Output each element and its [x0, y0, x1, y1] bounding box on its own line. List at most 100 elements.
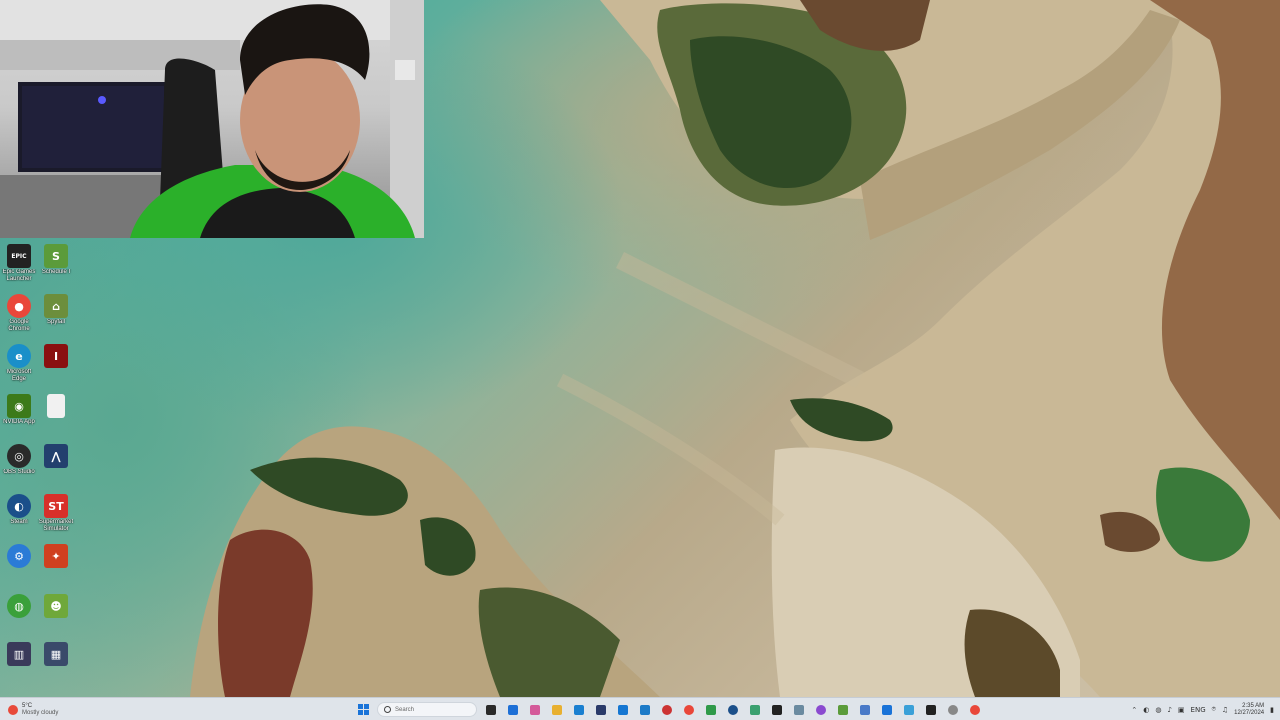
nvidia-icon: [838, 704, 848, 715]
desktop-icon-app[interactable]: ▦: [37, 642, 75, 688]
desktop-icon-game[interactable]: I: [37, 344, 75, 390]
desktop-icon-label: Microsoft Edge: [6, 369, 32, 382]
app-icon: [750, 704, 760, 715]
desktop-icon-label: Spyfall: [46, 319, 65, 325]
network-icon[interactable]: ⌾: [1212, 705, 1216, 714]
steam-icon: ◐: [7, 494, 31, 518]
chrome-icon: ●: [7, 294, 31, 318]
taskbar-apps: Search: [355, 700, 983, 719]
taskbar-app[interactable]: [945, 702, 961, 718]
game-icon: ✦: [44, 544, 68, 568]
chevron-up-icon[interactable]: ⌃: [1131, 706, 1137, 714]
taskbar-app-chrome[interactable]: [681, 702, 697, 718]
app-icon: [772, 704, 782, 715]
epic-games-icon: EPIC: [7, 244, 31, 268]
desktop-icon-app[interactable]: ⚙: [0, 544, 38, 590]
clock[interactable]: 2:35 AM 12/27/2024: [1234, 703, 1264, 717]
weather-temperature: 5°C: [22, 702, 33, 709]
app-icon: [948, 704, 958, 715]
desktop-icon-app[interactable]: ☻: [37, 594, 75, 640]
taskbar-app-nvidia[interactable]: [835, 702, 851, 718]
volume-icon[interactable]: ♫: [1222, 706, 1228, 714]
start-button[interactable]: [355, 702, 371, 718]
desktop-icon-app[interactable]: ◍: [0, 594, 38, 640]
game-icon: I: [44, 344, 68, 368]
desktop-icon-label: Google Chrome: [8, 319, 30, 332]
desktop-icon-edge[interactable]: e Microsoft Edge: [0, 344, 38, 390]
desktop-icon-epic-games[interactable]: EPIC Epic Games Launcher: [0, 244, 38, 290]
edge-icon: e: [7, 344, 31, 368]
taskbar-app[interactable]: [527, 702, 543, 718]
tray-app-icon[interactable]: ▣: [1178, 706, 1185, 714]
desktop-icon-supermarket-simulator[interactable]: ST Supermarket Simulator: [37, 494, 75, 540]
app-icon: [530, 704, 540, 715]
tray-app-icon[interactable]: ◍: [1155, 706, 1161, 714]
desktop-icon-app[interactable]: ✦: [37, 544, 75, 590]
chrome-icon: [970, 704, 980, 715]
desktop-icon-label: [37, 469, 75, 483]
desktop-icon-app[interactable]: ▥: [0, 642, 38, 688]
taskbar: 5°C Mostly cloudy Search ⌃ ◐ ◍ ♪ ▣ ENG ⌾…: [0, 697, 1280, 720]
taskbar-search[interactable]: Search: [377, 702, 477, 717]
desktop-icon-label: [37, 569, 75, 583]
taskbar-app[interactable]: [593, 702, 609, 718]
taskbar-app-chrome[interactable]: [967, 702, 983, 718]
taskbar-app[interactable]: [703, 702, 719, 718]
weather-widget[interactable]: 5°C Mostly cloudy: [8, 700, 58, 719]
search-placeholder: Search: [395, 706, 415, 713]
desktop-icon-label: [37, 619, 75, 633]
taskbar-app[interactable]: [923, 702, 939, 718]
gear-icon: ⚙: [7, 544, 31, 568]
taskbar-app-explorer[interactable]: [505, 702, 521, 718]
taskbar-app[interactable]: [901, 702, 917, 718]
system-tray: ⌃ ◐ ◍ ♪ ▣ ENG ⌾ ♫ 2:35 AM 12/27/2024 ▮: [1131, 700, 1274, 719]
desktop-icon-spyfall[interactable]: ⌂ Spyfall: [37, 294, 75, 340]
taskbar-app[interactable]: [637, 702, 653, 718]
desktop-icon-schedule[interactable]: S Schedule I: [37, 244, 75, 290]
taskbar-app[interactable]: [659, 702, 675, 718]
gear-icon: [860, 704, 870, 715]
clock-time: 2:35 AM: [1242, 702, 1265, 709]
desktop-icon-nvidia[interactable]: ◉ NVIDIA App: [0, 394, 38, 440]
weather-icon: [8, 704, 18, 715]
taskbar-app-file-explorer[interactable]: [549, 702, 565, 718]
taskbar-app[interactable]: [813, 702, 829, 718]
desktop-icon-label: Schedule I: [41, 269, 71, 275]
notification-icon[interactable]: ▮: [1270, 706, 1274, 714]
search-icon: [384, 706, 391, 713]
clock-date: 12/27/2024: [1234, 709, 1265, 716]
file-icon: [47, 394, 65, 418]
obs-icon: ◎: [7, 444, 31, 468]
desktop-icon-label: NVIDIA App: [3, 419, 35, 425]
desktop-icon-label: [0, 619, 38, 633]
taskbar-app-steam[interactable]: [725, 702, 741, 718]
taskbar-app[interactable]: [571, 702, 587, 718]
frog-icon: ☻: [44, 594, 68, 618]
taskbar-app[interactable]: [791, 702, 807, 718]
desktop-icon-label: OBS Studio: [3, 469, 35, 475]
taskbar-app-task-view[interactable]: [483, 702, 499, 718]
app-icon: ▥: [7, 642, 31, 666]
taskbar-app[interactable]: [769, 702, 785, 718]
schedule-icon: S: [44, 244, 68, 268]
desktop-icon-obs[interactable]: ◎ OBS Studio: [0, 444, 38, 490]
language-indicator[interactable]: ENG: [1191, 706, 1206, 714]
taskbar-app[interactable]: [879, 702, 895, 718]
task-view-icon: [486, 704, 496, 715]
desktop-icon-app[interactable]: ⋀: [37, 444, 75, 490]
taskbar-app[interactable]: [857, 702, 873, 718]
tray-app-icon[interactable]: ◐: [1143, 706, 1149, 714]
app-icon: ⋀: [44, 444, 68, 468]
taskbar-app[interactable]: [615, 702, 631, 718]
desktop-icon-label: [0, 667, 38, 681]
desktop-icon-chrome[interactable]: ● Google Chrome: [0, 294, 38, 340]
chrome-icon: [684, 704, 694, 715]
taskbar-app[interactable]: [747, 702, 763, 718]
desktop-icon-steam[interactable]: ◐ Steam: [0, 494, 38, 540]
app-icon: [816, 704, 826, 715]
microphone-icon[interactable]: ♪: [1167, 706, 1171, 714]
desktop-icon-file[interactable]: [37, 394, 75, 440]
app-icon: [618, 704, 628, 715]
steam-icon: [728, 704, 738, 715]
app-icon: [640, 704, 650, 715]
